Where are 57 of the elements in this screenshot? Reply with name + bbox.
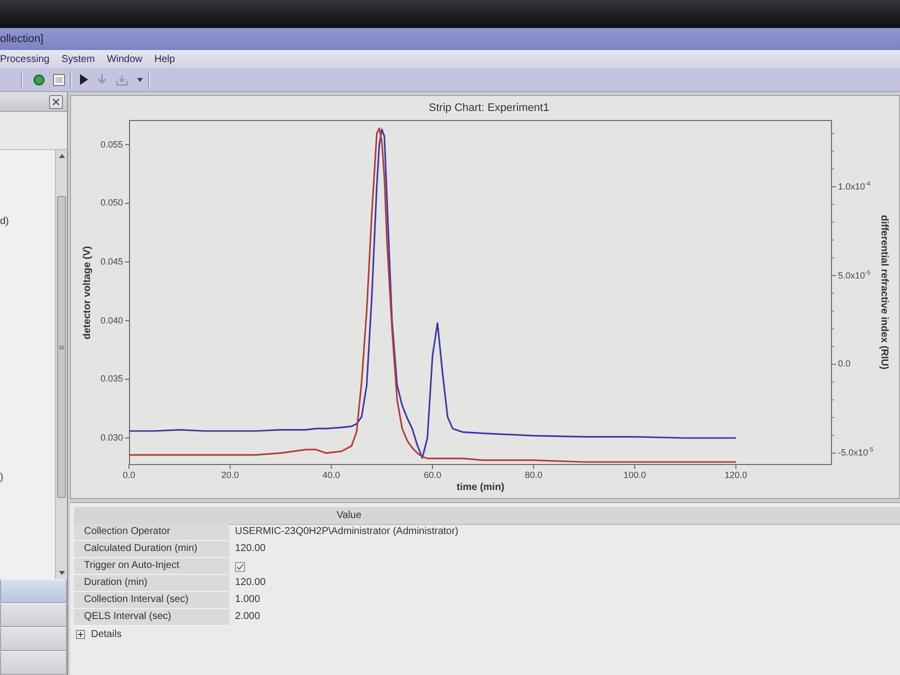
tick-label: 0.035 [100, 374, 123, 385]
tick-label: 120.0 [724, 470, 748, 481]
tick-label: 0.055 [100, 139, 123, 150]
property-name: Collection Interval (sec) [74, 592, 229, 609]
tick-label: 0.040 [100, 315, 123, 326]
tick-label: 0.0 [838, 358, 851, 370]
property-name: Trigger on Auto-Inject [74, 558, 229, 575]
menu-item[interactable]: System [61, 54, 95, 64]
property-name: Collection Operator [74, 524, 229, 541]
property-value: 1.000 [234, 593, 260, 607]
chart-title: Strip Chart: Experiment1 [428, 101, 550, 116]
axis-title: differential refractive index (RIU) [878, 215, 890, 370]
tick-label: 5.0x10$^{-5}$ [838, 270, 870, 282]
column-header: Value [336, 510, 362, 521]
tick-label: 20.0 [221, 470, 239, 481]
scroll-down-icon[interactable] [58, 571, 64, 575]
document-icon[interactable] [53, 74, 65, 86]
nav-button[interactable] [0, 651, 67, 675]
property-value: 120.00 [234, 576, 266, 590]
tree-item[interactable]: d) [0, 216, 9, 228]
nav-button[interactable] [0, 627, 67, 651]
scroll-up-icon[interactable] [58, 154, 64, 158]
section-label[interactable]: Details [91, 629, 122, 640]
close-button[interactable] [49, 94, 63, 108]
tick-label: 100.0 [623, 470, 646, 481]
property-name: Calculated Duration (min) [74, 541, 229, 558]
property-value: USERMIC-23Q0H2P\Administrator (Administrator) [234, 525, 458, 539]
window-title: ollection] [0, 33, 44, 45]
tick-label: 80.0 [524, 470, 542, 481]
tick-label: 40.0 [322, 470, 340, 481]
play-icon[interactable] [80, 74, 88, 85]
caret-icon[interactable] [137, 78, 143, 82]
tick-label: -5.0x10$^{-5}$ [838, 448, 874, 459]
axis-title: detector voltage (V) [82, 246, 92, 340]
close-icon [52, 98, 60, 106]
menu-item[interactable]: Processing [0, 54, 50, 64]
grip-icon [59, 344, 64, 350]
property-value: 120.00 [234, 542, 266, 556]
checkbox[interactable] [235, 562, 245, 572]
nav-button[interactable] [0, 603, 67, 627]
tick-label: 0.050 [100, 198, 123, 209]
tick-label: 0.045 [100, 256, 123, 268]
scroll-thumb[interactable] [57, 196, 66, 498]
menu-item[interactable]: Help [154, 54, 175, 64]
property-name: QELS Interval (sec) [74, 609, 229, 626]
tick-label: 0.030 [100, 432, 123, 444]
tick-label: 1.0x10$^{-4}$ [838, 181, 870, 192]
menu-item[interactable]: Window [106, 54, 142, 64]
scrollbar[interactable] [55, 150, 67, 579]
tick-label: 60.0 [424, 470, 442, 481]
tree-item[interactable]: ) [0, 472, 4, 484]
tick-label: 0.0 [122, 470, 136, 481]
record-icon[interactable] [33, 74, 45, 86]
axis-title: time (min) [456, 482, 504, 495]
property-name: Duration (min) [74, 575, 229, 592]
expand-icon[interactable] [76, 630, 85, 639]
property-value: 2.000 [234, 610, 260, 624]
